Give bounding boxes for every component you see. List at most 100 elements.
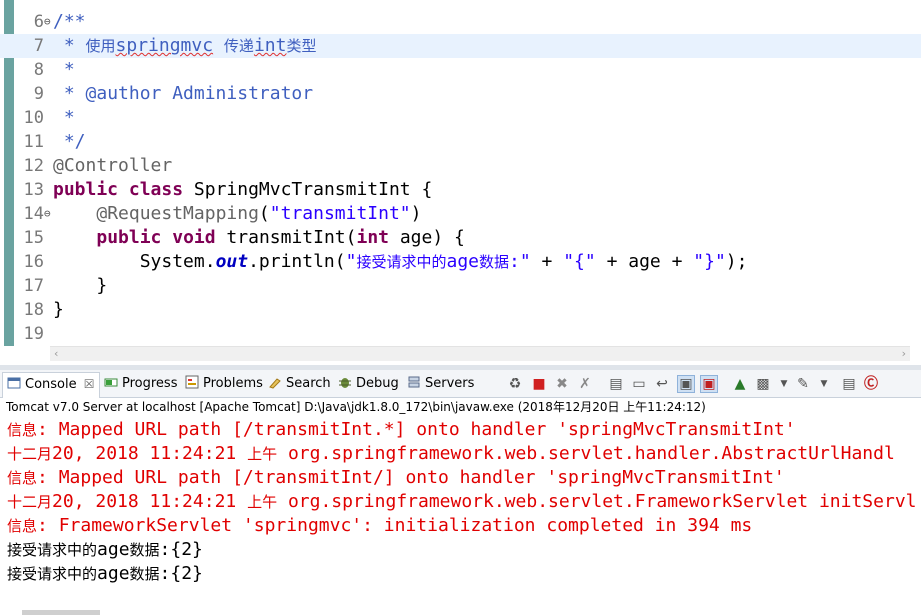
show-on-stdout-icon[interactable]: ▣ (677, 375, 695, 393)
line-number: 17 (23, 276, 44, 296)
console-output[interactable]: 信息: Mapped URL path [/transmitInt.*] ont… (0, 418, 921, 615)
code-line[interactable]: 14 ⊖ @RequestMapping("transmitInt") (0, 202, 921, 226)
line-number: 11 (23, 132, 44, 152)
editor-horizontal-scrollbar[interactable]: ‹ › (50, 346, 910, 361)
word-wrap-icon[interactable]: ↩ (653, 375, 671, 393)
code-line[interactable]: 11 */ (0, 130, 921, 154)
code-token: class (128, 179, 184, 200)
code-token: * (53, 107, 75, 128)
console-line: 接受请求中的age数据:{2} (7, 538, 203, 562)
code-token: " (345, 251, 357, 272)
console-horizontal-scrollbar[interactable] (22, 610, 100, 615)
code-line[interactable]: 16 System.out.println("接受请求中的age数据:" + "… (0, 250, 921, 274)
code-text: * (53, 106, 75, 130)
debug-icon (338, 375, 352, 389)
code-token: .println( (248, 251, 346, 272)
problems-icon (185, 375, 199, 389)
remove-all-icon[interactable]: ✗ (576, 375, 594, 393)
tab-problems[interactable]: Problems (185, 374, 263, 394)
code-line[interactable]: 10 * (0, 106, 921, 130)
maximize-icon[interactable]: Ⓒ (862, 375, 880, 393)
code-line[interactable]: 18} (0, 298, 921, 322)
console-text: 数据 (129, 541, 160, 559)
tab-servers[interactable]: Servers (407, 374, 474, 394)
open-console-dropdown-icon[interactable]: ▼ (815, 375, 833, 393)
fold-toggle-icon[interactable]: ⊖ (44, 202, 51, 226)
display-console-icon[interactable]: ▩ (754, 375, 772, 393)
code-line[interactable]: 17 } (0, 274, 921, 298)
display-console-dropdown-icon[interactable]: ▼ (775, 375, 793, 393)
tab-console[interactable]: Console ☒ (2, 372, 100, 398)
fold-toggle-icon[interactable]: ⊖ (44, 10, 51, 34)
code-token: * (53, 35, 86, 56)
scroll-right-icon[interactable]: › (902, 347, 906, 361)
tab-debug[interactable]: Debug (338, 374, 399, 394)
search-icon (268, 375, 282, 389)
code-text: * (53, 58, 75, 82)
code-line[interactable]: 6 ⊖/** (0, 10, 921, 34)
tab-progress-label: Progress (122, 376, 178, 391)
console-icon (7, 375, 21, 389)
console-text: 接受请求中的 (7, 541, 98, 559)
code-token: int (356, 227, 389, 248)
code-token: void (172, 227, 216, 248)
code-token: /** (53, 11, 86, 32)
code-editor[interactable]: 6 ⊖/** 7 * 使用springmvc 传递int类型 8 * 9 * @auth… (0, 0, 921, 368)
code-token: @RequestMapping (96, 203, 259, 224)
tab-debug-label: Debug (356, 376, 399, 391)
pin-console-icon[interactable]: ▲ (731, 375, 749, 393)
code-line[interactable]: 9 * @author Administrator (0, 82, 921, 106)
code-token: System. (53, 251, 216, 272)
code-line[interactable]: 7 * 使用springmvc 传递int类型 (0, 34, 921, 58)
code-text: @RequestMapping("transmitInt") (53, 202, 421, 226)
code-token: SpringMvcTransmitInt { (183, 179, 433, 200)
open-console-icon[interactable]: ✎ (794, 375, 812, 393)
code-token: springmvc (115, 35, 214, 56)
console-text: 十二月 (7, 445, 53, 463)
console-text: 信息 (7, 421, 38, 439)
code-token: * (53, 59, 75, 80)
servers-icon (407, 375, 421, 389)
remove-launch-icon[interactable]: ✖ (553, 375, 571, 393)
terminate-icon[interactable]: ■ (530, 375, 548, 393)
code-token: out (215, 251, 249, 272)
code-text: public class SpringMvcTransmitInt { (53, 178, 432, 202)
code-line[interactable]: 12 @Controller (0, 154, 921, 178)
console-text: 接受请求中的 (7, 565, 98, 583)
code-line[interactable]: 13 public class SpringMvcTransmitInt { (0, 178, 921, 202)
code-line[interactable]: 19 (0, 322, 921, 346)
code-line[interactable]: 15 public void transmitInt(int age) { (0, 226, 921, 250)
tab-search-label: Search (286, 376, 331, 391)
console-text: 上午 (247, 493, 278, 511)
scroll-left-icon[interactable]: ‹ (54, 347, 58, 361)
line-number: 16 (23, 252, 44, 272)
clear-console-icon[interactable]: ▤ (607, 375, 625, 393)
code-token: public (53, 179, 119, 200)
code-token: */ (53, 131, 86, 152)
code-line[interactable]: 8 * (0, 58, 921, 82)
code-token: "}" (693, 251, 726, 272)
console-line: 信息: Mapped URL path [/transmitInt/] onto… (7, 466, 785, 490)
code-text: public void transmitInt(int age) { (53, 226, 465, 250)
line-number: 13 (23, 180, 44, 200)
console-text: 20, 2018 11:24:21 (52, 443, 248, 464)
tab-progress[interactable]: Progress (104, 374, 177, 394)
minimize-icon[interactable]: ▤ (840, 375, 858, 393)
scroll-lock-icon[interactable]: ▭ (630, 375, 648, 393)
show-on-stderr-icon[interactable]: ▣ (700, 375, 718, 393)
console-text: :{2} (159, 539, 203, 560)
code-text: * 使用springmvc 传递int类型 (53, 34, 317, 58)
close-icon[interactable]: ☒ (84, 377, 95, 391)
link-icon[interactable]: ♻ (506, 375, 524, 393)
code-token: age) { (389, 227, 465, 248)
code-token: "{" (563, 251, 596, 272)
tab-search[interactable]: Search (268, 374, 331, 394)
code-token: 接受请求中的 (356, 253, 447, 271)
console-status: Tomcat v7.0 Server at localhost [Apache … (6, 400, 706, 414)
code-token: "transmitInt" (269, 203, 411, 224)
code-text: } (53, 274, 107, 298)
